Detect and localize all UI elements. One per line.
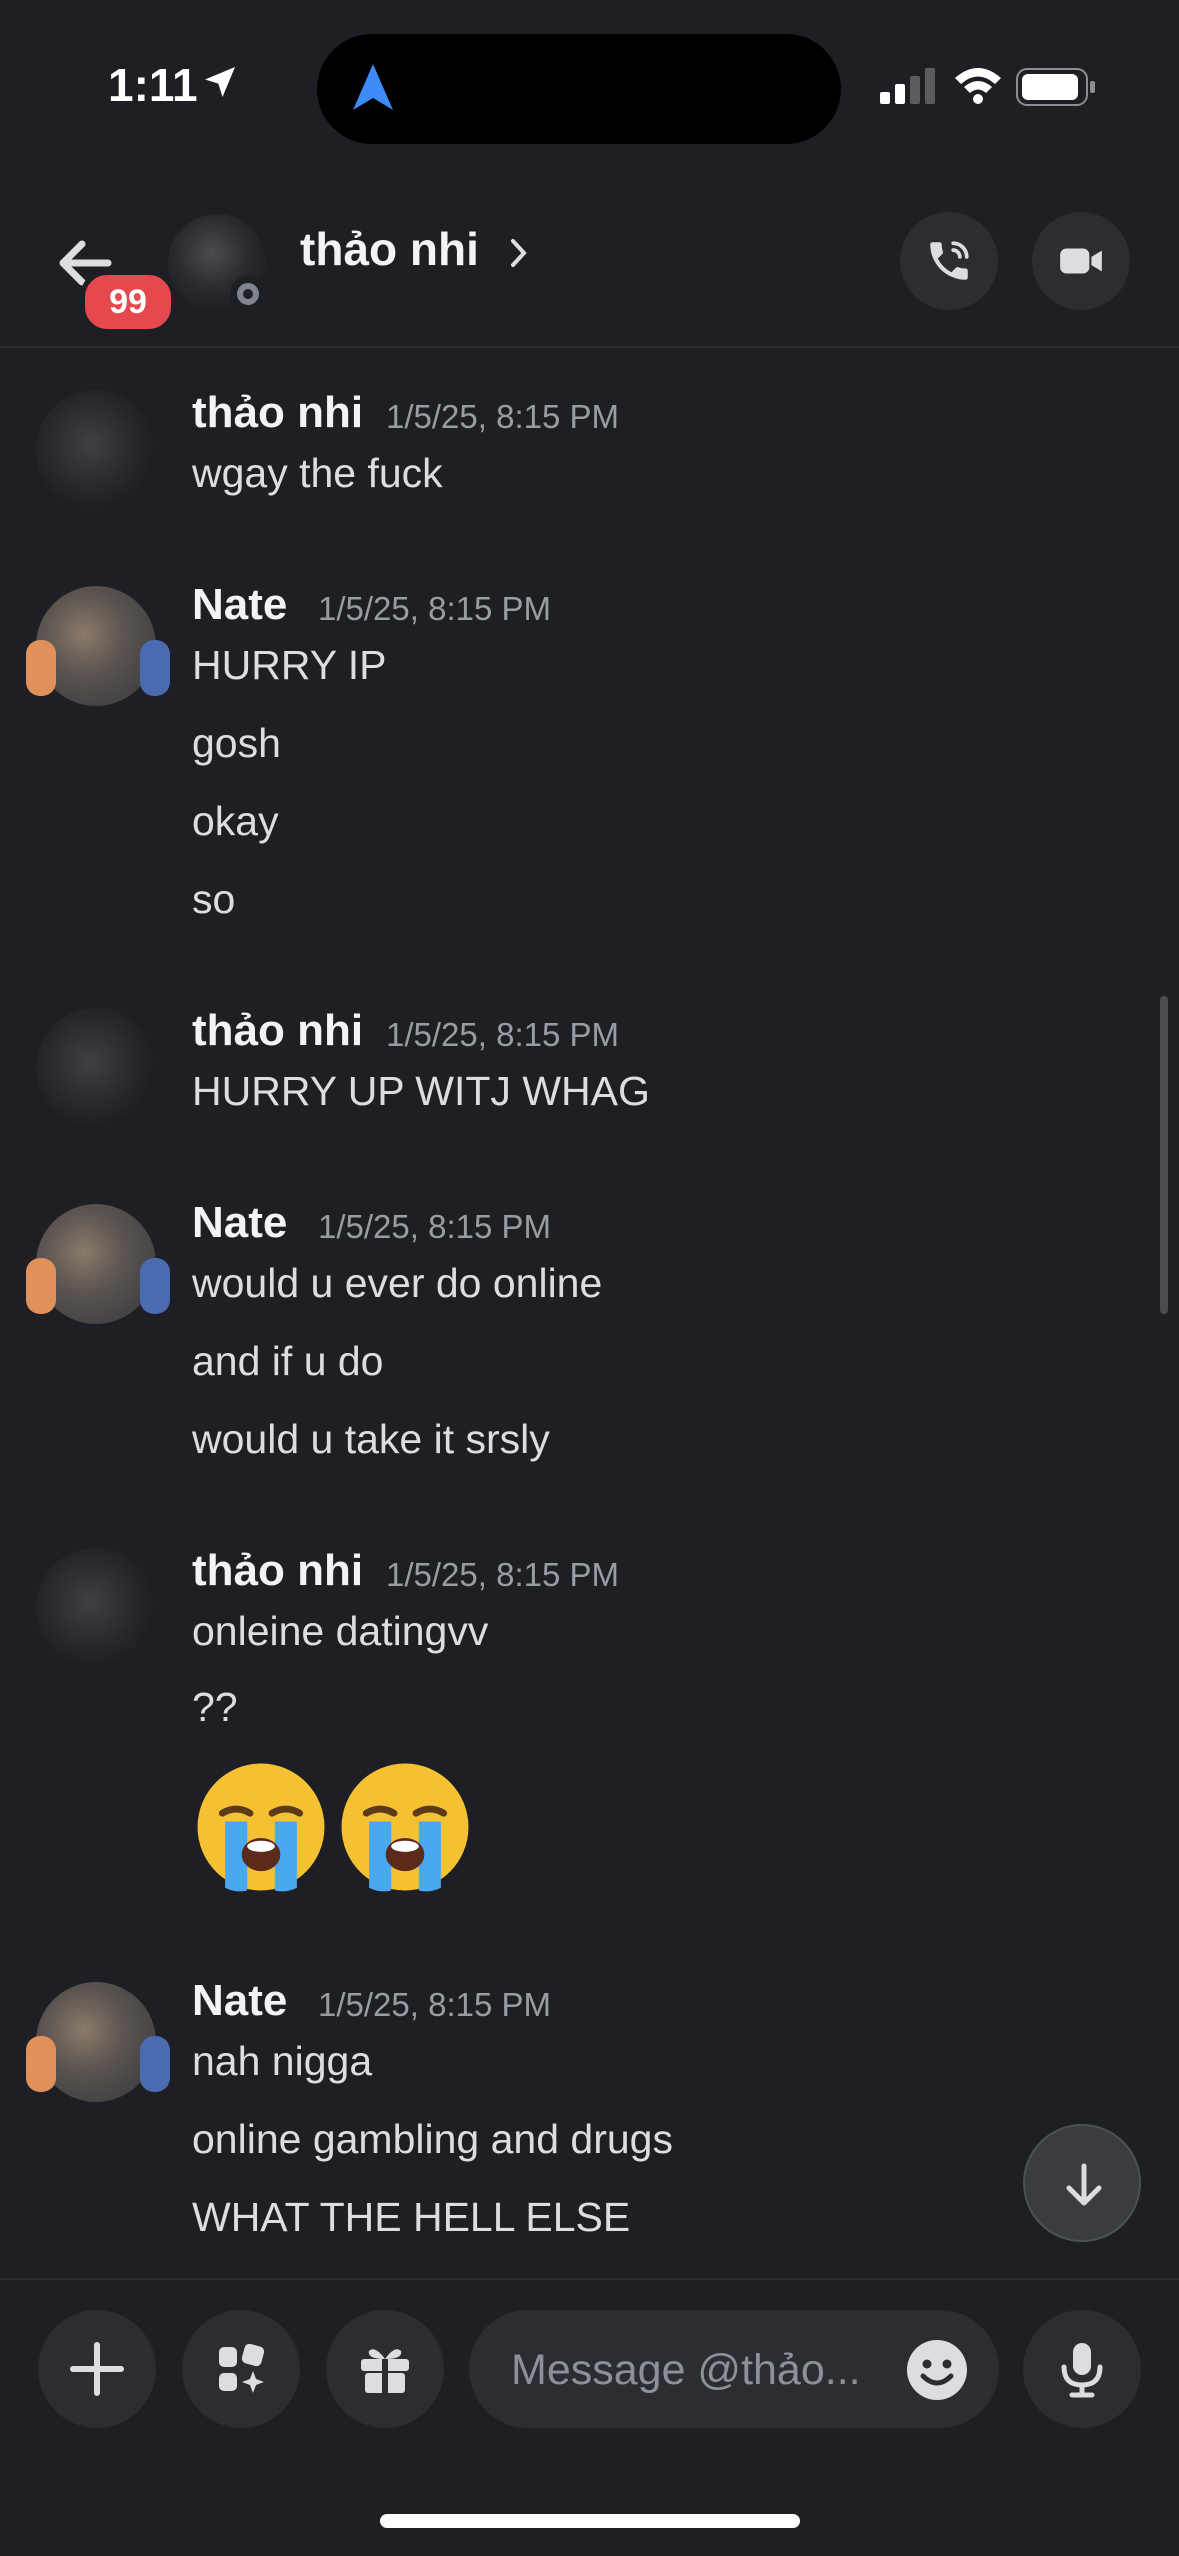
apps-button[interactable] (182, 2310, 300, 2428)
battery-icon (1016, 68, 1095, 106)
author-avatar[interactable] (36, 1008, 156, 1128)
voice-message-button[interactable] (1023, 2310, 1141, 2428)
arrow-down-icon (1066, 2163, 1102, 2206)
author-name[interactable]: Nate (192, 1198, 287, 1248)
message-input-placeholder: Message @thảo... (511, 2346, 861, 2394)
message-timestamp: 1/5/25, 8:15 PM (386, 1556, 619, 1593)
author-name[interactable]: Nate (192, 580, 287, 630)
location-arrow-icon (205, 67, 235, 97)
mic-icon (1061, 2343, 1103, 2398)
author-name[interactable]: thảo nhi (192, 1546, 363, 1596)
navigation-arrow-icon (353, 64, 393, 110)
controller-decoration (140, 2036, 170, 2092)
add-attachment-button[interactable] (38, 2310, 156, 2428)
loudly-crying-emoji-icon[interactable] (336, 1758, 474, 1896)
status-bar: 1:11 (0, 0, 1179, 170)
video-call-button[interactable] (1032, 212, 1130, 310)
chat-title[interactable]: thảo nhi (300, 222, 479, 276)
plus-icon (70, 2342, 124, 2396)
message-text[interactable]: HURRY IP (192, 642, 386, 689)
wifi-icon (955, 68, 1001, 104)
smiley-icon[interactable] (905, 2338, 969, 2402)
controller-decoration (26, 2036, 56, 2092)
message-text[interactable]: online gambling and drugs (192, 2116, 673, 2163)
message-timestamp: 1/5/25, 8:15 PM (386, 1016, 619, 1053)
scrollbar-thumb[interactable] (1160, 996, 1168, 1314)
message-text[interactable]: wgay the fuck (192, 450, 443, 497)
author-name[interactable]: Nate (192, 1976, 287, 2026)
chevron-right-icon[interactable] (508, 236, 530, 270)
author-avatar[interactable] (36, 1548, 156, 1668)
message-text[interactable]: would u ever do online (192, 1260, 602, 1307)
message-composer: Message @thảo... (0, 2278, 1179, 2460)
message-text[interactable]: okay (192, 798, 279, 845)
loudly-crying-emoji-icon[interactable] (192, 1758, 330, 1896)
message-text[interactable]: and if u do (192, 1338, 384, 1385)
message-text[interactable]: onleine datingvv (192, 1608, 488, 1655)
controller-decoration (26, 640, 56, 696)
author-avatar[interactable] (36, 390, 156, 510)
home-indicator[interactable] (380, 2514, 800, 2528)
message-timestamp: 1/5/25, 8:15 PM (318, 1986, 551, 2023)
message-text[interactable]: WHAT THE HELL ELSE (192, 2194, 630, 2241)
controller-decoration (26, 1258, 56, 1314)
chat-header: 99 thảo nhi (0, 170, 1179, 348)
gift-icon (361, 2349, 409, 2393)
dynamic-island (317, 34, 841, 144)
unread-badge: 99 (80, 270, 176, 334)
message-text[interactable]: HURRY UP WITJ WHAG (192, 1068, 650, 1115)
message-text[interactable]: ?? (192, 1684, 238, 1731)
video-icon (1060, 248, 1102, 274)
controller-decoration (140, 1258, 170, 1314)
phone-icon (930, 241, 969, 280)
author-name[interactable]: thảo nhi (192, 1006, 363, 1056)
message-text[interactable]: nah nigga (192, 2038, 372, 2085)
message-text[interactable]: gosh (192, 720, 281, 767)
apps-icon (219, 2343, 265, 2393)
message-text[interactable]: so (192, 876, 235, 923)
jump-to-present-button[interactable] (1023, 2124, 1141, 2242)
message-timestamp: 1/5/25, 8:15 PM (386, 398, 619, 435)
message-text[interactable]: would u take it srsly (192, 1416, 550, 1463)
message-list[interactable]: thảo nhi 1/5/25, 8:15 PM wgay the fuck N… (0, 348, 1179, 2278)
voice-call-button[interactable] (900, 212, 998, 310)
message-input[interactable]: Message @thảo... (469, 2310, 999, 2428)
gift-button[interactable] (326, 2310, 444, 2428)
controller-decoration (140, 640, 170, 696)
message-timestamp: 1/5/25, 8:15 PM (318, 590, 551, 627)
status-time: 1:11 (108, 59, 198, 111)
author-name[interactable]: thảo nhi (192, 388, 363, 438)
cellular-signal-icon (880, 68, 935, 104)
offline-status-icon (230, 276, 266, 312)
message-timestamp: 1/5/25, 8:15 PM (318, 1208, 551, 1245)
